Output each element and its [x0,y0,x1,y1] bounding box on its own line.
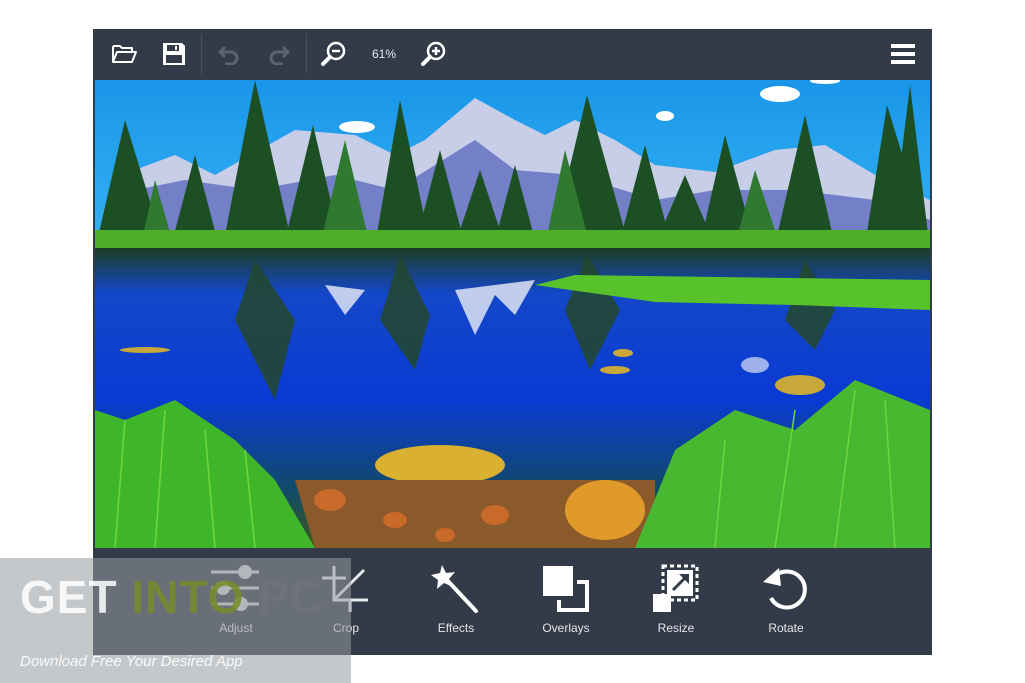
tool-rotate[interactable]: Rotate [736,561,836,651]
toolbar-divider [201,34,202,74]
save-button[interactable] [149,29,199,79]
undo-icon [218,45,239,65]
open-button[interactable] [99,29,149,79]
zoom-out-icon [321,41,346,66]
tool-label: Effects [437,621,475,635]
tool-label: Rotate [768,621,804,635]
redo-icon [269,45,290,65]
overlays-icon [543,566,589,612]
tool-label: Resize [657,621,695,635]
tool-resize[interactable]: Resize [626,561,726,651]
watermark-get: GET [20,571,132,623]
folder-open-icon [112,45,137,63]
image-canvas[interactable] [95,80,930,548]
redo-button[interactable] [254,29,304,79]
zoom-in-button[interactable] [409,29,459,79]
watermark-overlay: GET INTO PC Download Free Your Desired A… [0,558,351,683]
watermark-title: GET INTO PC [20,570,324,624]
zoom-out-button[interactable] [309,29,359,79]
resize-icon [653,564,699,612]
tool-effects[interactable]: Effects [406,561,506,651]
watermark-into: INTO [131,571,245,623]
hamburger-menu-icon [891,44,915,64]
zoom-level: 61% [371,47,397,61]
toolbar-divider [306,34,307,74]
landscape-photo [95,80,930,548]
tool-overlays[interactable]: Overlays [516,561,616,651]
undo-button[interactable] [204,29,254,79]
watermark-subtitle: Download Free Your Desired App [20,653,243,670]
rotate-icon [763,568,807,610]
tool-label: Overlays [542,621,590,635]
watermark-pc: PC [244,571,325,623]
menu-button[interactable] [878,29,928,79]
zoom-in-icon [421,41,446,66]
top-toolbar: 61% [93,29,932,79]
floppy-disk-icon [163,43,185,65]
magic-wand-icon [431,565,478,613]
